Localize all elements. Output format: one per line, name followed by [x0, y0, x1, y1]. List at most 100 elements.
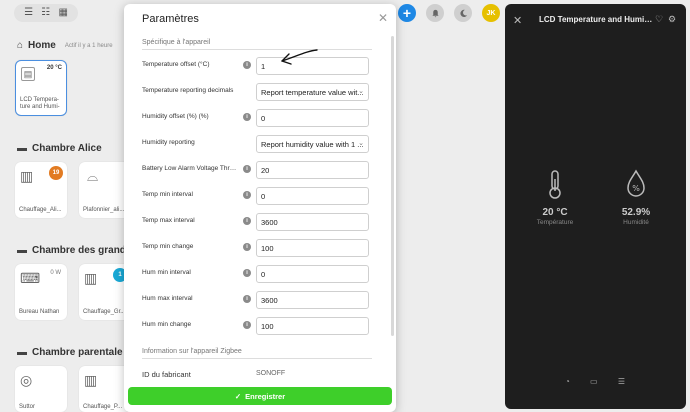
hum-min-interval-input[interactable]: 0: [256, 265, 369, 283]
info-icon[interactable]: i: [243, 243, 251, 251]
manufacturer-label: ID du fabricant: [142, 370, 191, 379]
tile-bureau-nathan[interactable]: ⌨ 0 W Bureau Nathan: [15, 264, 67, 320]
save-button[interactable]: ✓ Enregistrer: [128, 387, 392, 405]
settings-modal: Paramètres ✕ Spécifique à l'appareil Tem…: [124, 4, 396, 412]
compact-view-icon[interactable]: ☷: [41, 8, 50, 18]
humidity-metric: % 52.9% Humidité: [606, 169, 666, 226]
section-grands-title: Chambre des grands: [32, 245, 132, 256]
setting-label: Temp max interval: [142, 217, 195, 224]
annotation-arrow-icon: [281, 49, 318, 65]
section-home: ⌂ Home Actif il y a 1 heure: [17, 40, 113, 51]
info-icon[interactable]: i: [243, 165, 251, 173]
gauge-icon[interactable]: ◔: [565, 377, 570, 386]
panel-bottom-tabs: ◔ ▭ ☰: [565, 377, 625, 386]
setting-temp-min-change: Temp min change i 100: [142, 239, 370, 257]
laptop-icon: ⌨: [20, 270, 41, 286]
battery-icon[interactable]: ▭: [590, 377, 598, 386]
select-value: Report humidity value with 1 ...: [261, 140, 364, 149]
view-switcher[interactable]: ☰ ☷ ▦: [14, 4, 78, 22]
section-chambre-alice: ▬ Chambre Alice: [17, 143, 102, 154]
humidity-offset-input[interactable]: 0: [256, 109, 369, 127]
grid-view-icon[interactable]: ▦: [58, 8, 67, 18]
modal-scrollbar[interactable]: [391, 36, 394, 336]
chevron-down-icon: ⌄: [358, 88, 364, 95]
close-icon[interactable]: ✕: [513, 14, 522, 27]
gear-icon[interactable]: ⚙: [668, 14, 676, 25]
info-manufacturer: ID du fabricant SONOFF: [142, 366, 370, 384]
thermometer-icon: [549, 170, 561, 199]
tile-label: Chauffage_P...: [83, 403, 123, 410]
info-icon[interactable]: i: [243, 217, 251, 225]
tile-label: LCD Tempera-ture and Humi-: [20, 96, 60, 110]
notifications-bell-icon[interactable]: [426, 4, 444, 22]
setting-label: Temp min interval: [142, 191, 193, 198]
ceiling-light-icon: ◎: [20, 372, 33, 388]
radiator-icon: ▥: [20, 168, 34, 184]
setting-label: Temperature reporting decimals: [142, 87, 234, 94]
setting-temp-min-interval: Temp min interval i 0: [142, 187, 370, 205]
info-icon[interactable]: i: [243, 269, 251, 277]
heart-icon[interactable]: ♡: [655, 14, 663, 25]
modal-title: Paramètres: [142, 13, 199, 25]
bed-icon: ▬: [17, 143, 27, 154]
check-icon: ✓: [234, 391, 242, 401]
setting-hum-min-change: Hum min change i 100: [142, 317, 370, 335]
home-icon: ⌂: [17, 40, 24, 51]
setting-label: Hum min interval: [142, 269, 191, 276]
temperature-label: Température: [536, 219, 574, 226]
svg-text:%: %: [632, 184, 640, 193]
power-value: 0 W: [50, 270, 61, 276]
humidity-reporting-select[interactable]: Report humidity value with 1 ... ⌄: [256, 135, 369, 153]
section-chambre-parentale: ▬ Chambre parentale: [17, 347, 123, 358]
battery-threshold-input[interactable]: 20: [256, 161, 369, 179]
temp-min-interval-input[interactable]: 0: [256, 187, 369, 205]
setting-label: Temperature offset (°C): [142, 61, 210, 68]
info-icon[interactable]: i: [243, 61, 251, 69]
info-icon[interactable]: i: [243, 295, 251, 303]
group-label-zigbee: Information sur l'appareil Zigbee: [142, 348, 242, 355]
manufacturer-value: SONOFF: [256, 370, 286, 377]
section-chambre-des-grands: ▬ Chambre des grands: [17, 245, 131, 256]
add-button[interactable]: +: [398, 4, 416, 22]
tile-label: Chauffage_Ali...: [19, 206, 62, 213]
temp-max-interval-input[interactable]: 3600: [256, 213, 369, 231]
tile-label: Plafonnier_ali...: [83, 206, 125, 213]
list-icon[interactable]: ☰: [618, 377, 625, 386]
tile-chauffage-alice[interactable]: ▥ 19 Chauffage_Ali...: [15, 162, 67, 218]
setting-temperature-decimals: Temperature reporting decimals Report te…: [142, 83, 370, 101]
save-button-label: Enregistrer: [245, 391, 286, 401]
select-value: Report temperature value wit...: [261, 88, 364, 97]
tile-lcd-temperature[interactable]: ▤ 20 °C LCD Tempera-ture and Humi-: [15, 60, 67, 116]
device-title: LCD Temperature and Humidity: [539, 15, 655, 24]
setting-label: Humidity offset (%) (%): [142, 113, 209, 120]
humidity-value: 52.9%: [621, 207, 651, 218]
close-icon[interactable]: ✕: [378, 11, 388, 25]
setting-label: Hum max interval: [142, 295, 193, 302]
setting-temperature-offset: Temperature offset (°C) i 1: [142, 57, 370, 75]
section-home-subtitle: Actif il y a 1 heure: [64, 42, 113, 49]
temp-min-change-input[interactable]: 100: [256, 239, 369, 257]
info-icon[interactable]: i: [243, 321, 251, 329]
tile-label: Chauffage_Gr...: [83, 308, 126, 315]
info-icon[interactable]: i: [243, 191, 251, 199]
divider: [142, 358, 372, 359]
setting-label: Hum min change: [142, 321, 192, 328]
section-parentale-title: Chambre parentale: [32, 347, 123, 358]
setting-hum-max-interval: Hum max interval i 3600: [142, 291, 370, 309]
radiator-icon: ▥: [84, 270, 98, 286]
dark-mode-moon-icon[interactable]: [454, 4, 472, 22]
setting-label: Humidity reporting: [142, 139, 195, 146]
user-avatar[interactable]: JK: [482, 4, 500, 22]
hum-max-interval-input[interactable]: 3600: [256, 291, 369, 309]
list-view-icon[interactable]: ☰: [24, 8, 33, 18]
radiator-icon: ▥: [84, 372, 98, 388]
top-actions: + JK: [398, 4, 500, 22]
hum-min-change-input[interactable]: 100: [256, 317, 369, 335]
setting-humidity-reporting: Humidity reporting Report humidity value…: [142, 135, 370, 153]
temperature-badge: 19: [49, 166, 63, 180]
tile-parentale-1[interactable]: ◎ Suttor: [15, 366, 67, 412]
temperature-metric: 20 °C Température: [525, 169, 585, 226]
info-icon[interactable]: i: [243, 113, 251, 121]
tile-temp-value: 20 °C: [46, 65, 62, 71]
temperature-decimals-select[interactable]: Report temperature value wit... ⌄: [256, 83, 369, 101]
